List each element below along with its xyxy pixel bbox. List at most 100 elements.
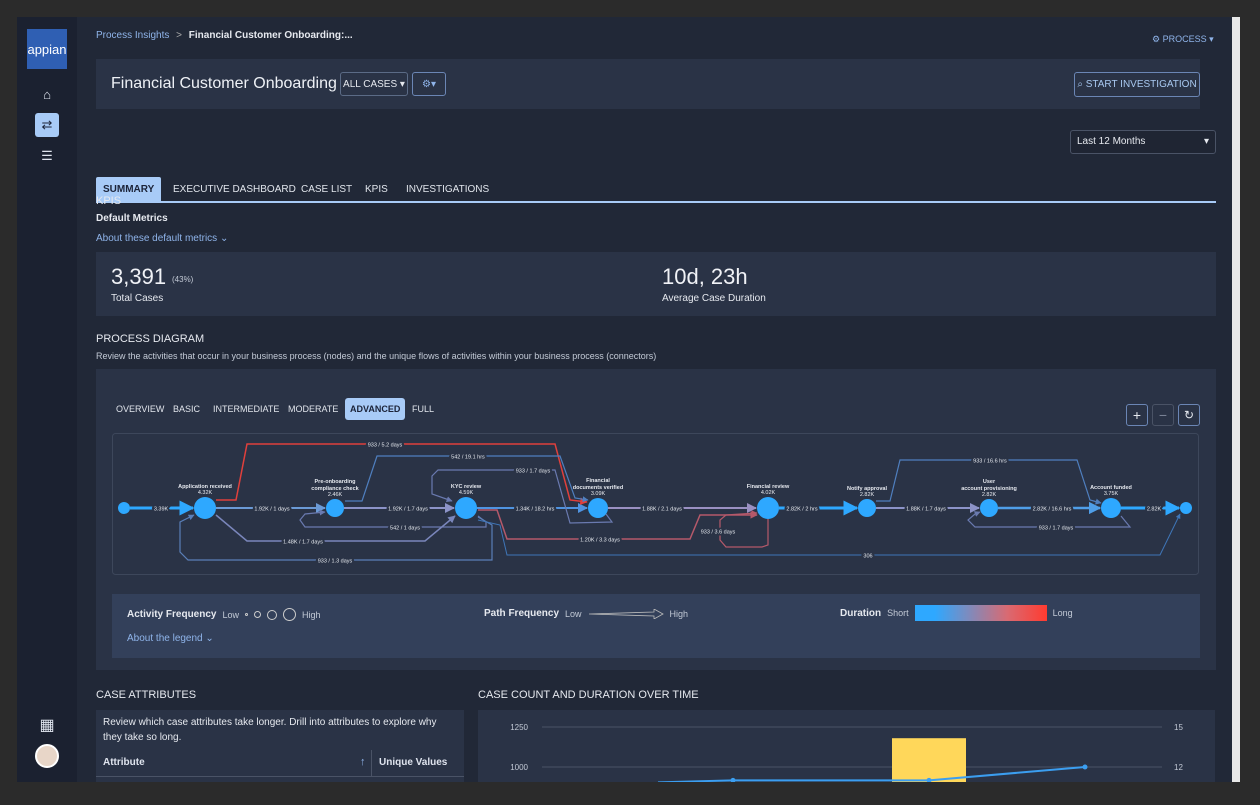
node-circle[interactable] bbox=[1101, 498, 1121, 518]
date-range-select[interactable]: Last 12 Months ▾ bbox=[1070, 130, 1216, 154]
edge-label: 2.82K / 2 hrs bbox=[786, 507, 817, 513]
size-circle-icon bbox=[283, 608, 296, 621]
activity-frequency-legend: Activity Frequency Low High bbox=[127, 608, 321, 621]
node-circle[interactable] bbox=[588, 498, 608, 518]
all-cases-dropdown[interactable]: ALL CASES ▾ bbox=[340, 72, 408, 96]
zoom-out-button[interactable]: − bbox=[1152, 404, 1174, 426]
breadcrumb-current: Financial Customer Onboarding:... bbox=[188, 30, 353, 41]
settings-dropdown[interactable]: ⚙▾ bbox=[412, 72, 446, 96]
avg-duration-value: 10d, 23h bbox=[662, 264, 748, 289]
about-default-metrics-link[interactable]: About these default metrics ⌄ bbox=[96, 233, 228, 244]
node-circle[interactable] bbox=[980, 499, 998, 517]
app-window: appian ⌂ ⇄ ☰ ▦ Process Insights > Financ… bbox=[17, 17, 1232, 782]
edge-label: 2.82K bbox=[1147, 507, 1162, 513]
tab-investigations[interactable]: INVESTIGATIONS bbox=[399, 177, 496, 201]
edge-label: 3.39K bbox=[154, 507, 169, 513]
breadcrumb-parent[interactable]: Process Insights bbox=[96, 30, 169, 41]
edge[interactable]: 1.92K / 1.7 days bbox=[344, 503, 455, 515]
process-diagram[interactable]: 3.39K 1.92K / 1 days 1.92K / 1.7 days 1.34K… bbox=[112, 433, 1200, 576]
end-node[interactable] bbox=[1180, 502, 1192, 514]
size-circle-icon bbox=[254, 611, 261, 618]
tab-case-list[interactable]: CASE LIST bbox=[294, 177, 359, 201]
activity-node[interactable]: Financialdocuments verified3.09K bbox=[573, 478, 623, 518]
edge[interactable]: 2.82K bbox=[1121, 500, 1181, 516]
edge-line[interactable] bbox=[477, 513, 1181, 556]
size-circle-icon bbox=[267, 609, 277, 620]
zoom-in-button[interactable]: + bbox=[1126, 404, 1148, 426]
process-menu[interactable]: ⚙ PROCESS ▾ bbox=[1152, 34, 1214, 45]
edge-line[interactable] bbox=[179, 514, 493, 561]
edge[interactable]: 2.82K / 2 hrs bbox=[779, 500, 859, 516]
tab-executive-dashboard[interactable]: EXECUTIVE DASHBOARD bbox=[166, 177, 303, 201]
activity-node[interactable]: KYC review4.59K bbox=[451, 484, 482, 519]
level-full[interactable]: FULL bbox=[407, 398, 439, 420]
size-circle-icon bbox=[245, 613, 248, 616]
node-name: User bbox=[983, 479, 996, 485]
node-circle[interactable] bbox=[455, 497, 477, 519]
appian-logo[interactable]: appian bbox=[27, 29, 67, 69]
process-diagram-description: Review the activities that occur in your… bbox=[96, 351, 657, 361]
tab-underline bbox=[96, 201, 1216, 203]
start-investigation-button[interactable]: ⌕ START INVESTIGATION bbox=[1074, 72, 1200, 97]
activity-node[interactable]: Pre-onboardingcompliance check2.46K bbox=[311, 479, 360, 517]
about-legend-link[interactable]: About the legend ⌄ bbox=[127, 633, 214, 644]
node-circle[interactable] bbox=[118, 502, 130, 514]
duration-gradient bbox=[914, 605, 1047, 621]
case-attributes-panel: Review which case attributes take longer… bbox=[96, 710, 464, 782]
node-circle[interactable] bbox=[858, 499, 876, 517]
edge[interactable]: 1.20K / 3.3 days bbox=[478, 509, 758, 546]
header-panel: Financial Customer Onboarding ALL CASES … bbox=[96, 59, 1200, 109]
all-cases-label: ALL CASES bbox=[343, 78, 398, 90]
node-circle[interactable] bbox=[326, 499, 344, 517]
edge[interactable]: 1.88K / 1.7 days bbox=[876, 503, 980, 515]
activity-high-label: High bbox=[302, 609, 321, 620]
user-avatar[interactable] bbox=[35, 744, 59, 768]
case-count-bar[interactable] bbox=[892, 738, 966, 782]
kpi-panel: 3,391 (43%) Total Cases 10d, 23h Average… bbox=[96, 252, 1216, 316]
node-circle[interactable] bbox=[757, 497, 779, 519]
edge[interactable]: 1.92K / 1 days bbox=[216, 503, 326, 515]
tab-kpis[interactable]: KPIS bbox=[358, 177, 395, 201]
level-overview[interactable]: OVERVIEW bbox=[111, 398, 169, 420]
edge[interactable]: 2.82K / 16.6 hrs bbox=[998, 501, 1102, 515]
node-circle[interactable] bbox=[1180, 502, 1192, 514]
process-flow-icon[interactable]: ⇄ bbox=[35, 113, 59, 137]
reset-view-button[interactable]: ↻ bbox=[1178, 404, 1200, 426]
edge[interactable]: 3.39K bbox=[130, 500, 195, 516]
level-intermediate[interactable]: INTERMEDIATE bbox=[208, 398, 284, 420]
database-icon[interactable]: ☰ bbox=[35, 144, 59, 168]
node-name: Pre-onboarding bbox=[315, 479, 356, 485]
date-range-value: Last 12 Months bbox=[1077, 136, 1146, 147]
home-icon[interactable]: ⌂ bbox=[35, 82, 59, 106]
edge-label: 306 bbox=[863, 554, 872, 560]
edge-label: 1.48K / 1.7 days bbox=[283, 540, 323, 546]
activity-node[interactable]: Useraccount provisioning2.82K bbox=[961, 479, 1017, 517]
sort-ascending-icon[interactable]: ↑ bbox=[360, 756, 366, 768]
right-tick: 15 bbox=[1174, 723, 1183, 732]
edge[interactable]: 933 / 1.3 days bbox=[179, 514, 493, 567]
breadcrumb: Process Insights > Financial Customer On… bbox=[96, 30, 353, 41]
edge[interactable]: 933 / 3.6 days bbox=[699, 510, 769, 548]
start-node[interactable] bbox=[118, 502, 130, 514]
apps-grid-icon[interactable]: ▦ bbox=[35, 713, 59, 737]
activity-frequency-label: Activity Frequency bbox=[127, 609, 217, 620]
node-count: 2.82K bbox=[860, 492, 875, 498]
duration-point[interactable] bbox=[1082, 764, 1088, 770]
case-count-heading: CASE COUNT AND DURATION OVER TIME bbox=[478, 689, 699, 701]
duration-point[interactable] bbox=[730, 777, 736, 782]
activity-node[interactable]: Application received4.32K bbox=[178, 484, 232, 519]
path-frequency-legend: Path Frequency Low High bbox=[484, 608, 688, 619]
level-moderate[interactable]: MODERATE bbox=[283, 398, 343, 420]
edge-label: 1.92K / 1 days bbox=[254, 507, 289, 513]
kpis-heading-text: KPIS bbox=[96, 195, 122, 207]
node-circle[interactable] bbox=[194, 497, 216, 519]
activity-low-label: Low bbox=[222, 609, 239, 620]
window-scrollbar[interactable] bbox=[1232, 17, 1240, 782]
unique-values-column-header[interactable]: Unique Values bbox=[379, 757, 447, 768]
attribute-column-header[interactable]: Attribute bbox=[103, 757, 145, 768]
edge[interactable]: 1.88K / 2.1 days bbox=[608, 503, 757, 515]
level-advanced[interactable]: ADVANCED bbox=[345, 398, 406, 420]
level-basic[interactable]: BASIC bbox=[168, 398, 205, 420]
sidebar: appian ⌂ ⇄ ☰ ▦ bbox=[17, 17, 77, 782]
edge-label: 933 / 5.2 days bbox=[368, 443, 403, 449]
